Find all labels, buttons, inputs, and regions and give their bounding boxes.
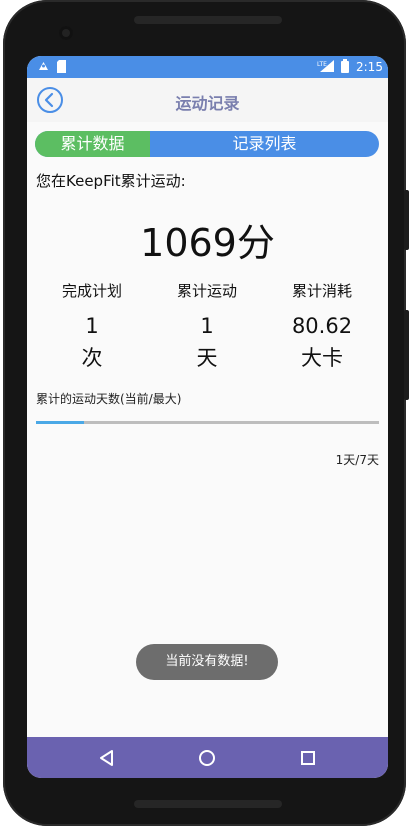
stat-unit: 次 [81, 346, 103, 370]
status-bar: LTE 2:15 [27, 56, 388, 78]
stat-value: 1 [85, 314, 99, 338]
stat-exercise-days: 累计运动 1 天 [152, 280, 262, 372]
stat-value: 1 [200, 314, 214, 338]
app-bar: 运动记录 [27, 78, 388, 122]
notification-icon [37, 60, 50, 75]
top-speaker [134, 16, 282, 24]
total-exercise-time: 1069分 [140, 221, 275, 265]
stat-label: 累计消耗 [291, 282, 352, 300]
screen: LTE 2:15 运动记录 累计数据 记录列表 您在KeepFit累计运动: 1… [27, 56, 388, 778]
stat-unit: 天 [196, 346, 218, 370]
back-triangle-icon[interactable] [96, 747, 118, 769]
nav-bar [27, 737, 388, 778]
progress-fill [36, 421, 85, 424]
recents-square-icon[interactable] [297, 747, 319, 769]
page-title: 运动记录 [175, 94, 240, 113]
stat-value: 80.62 [291, 314, 353, 338]
stat-calories: 累计消耗 80.62 大卡 [267, 280, 377, 372]
svg-text:LTE: LTE [317, 61, 327, 68]
home-circle-icon[interactable] [196, 747, 218, 769]
stat-label: 完成计划 [61, 282, 122, 300]
tab-record-list[interactable]: 记录列表 [150, 131, 379, 157]
progress-text: 1天/7天 [335, 453, 379, 467]
tab-summary[interactable]: 累计数据 [35, 131, 150, 157]
progress-label: 累计的运动天数(当前/最大) [36, 392, 182, 406]
toast-message: 当前没有数据! [136, 644, 278, 680]
lte-signal-icon: LTE [317, 59, 335, 76]
intro-text: 您在KeepFit累计运动: [36, 172, 186, 190]
battery-icon [341, 59, 349, 76]
status-time: 2:15 [356, 60, 383, 74]
stat-unit: 大卡 [301, 346, 343, 370]
sd-card-icon [57, 60, 67, 76]
volume-button [404, 310, 409, 400]
tab-bar: 累计数据 记录列表 [35, 131, 379, 157]
stat-label: 累计运动 [176, 282, 237, 300]
progress-bar [36, 421, 379, 424]
phone-frame: LTE 2:15 运动记录 累计数据 记录列表 您在KeepFit累计运动: 1… [3, 0, 409, 826]
front-camera [59, 26, 73, 40]
power-button [404, 190, 409, 250]
stat-plans-completed: 完成计划 1 次 [37, 280, 147, 372]
bottom-speaker [134, 800, 282, 808]
